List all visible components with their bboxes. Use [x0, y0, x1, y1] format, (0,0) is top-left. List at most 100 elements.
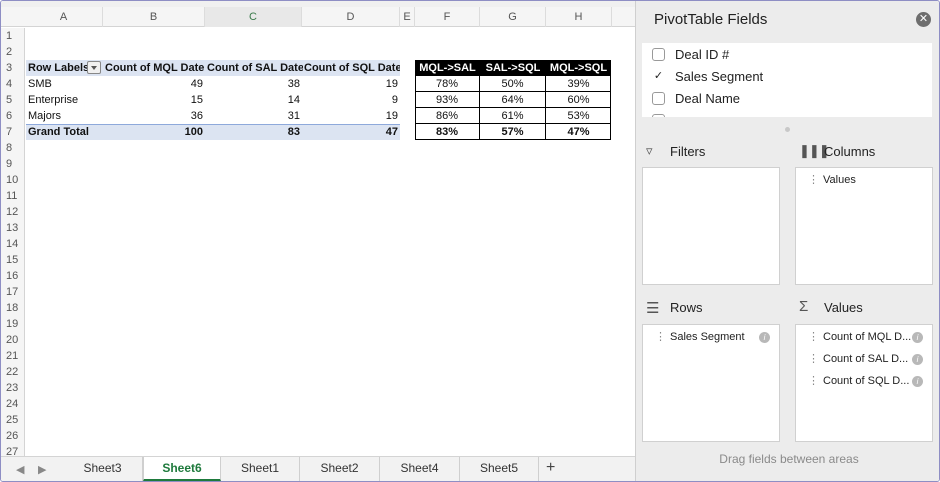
info-icon[interactable]: i	[912, 354, 923, 365]
row-header[interactable]: 6	[1, 108, 24, 124]
add-sheet-button[interactable]: +	[546, 459, 555, 477]
ratio-total-cell[interactable]: 47%	[546, 124, 611, 140]
ratio-cell[interactable]: 86%	[415, 108, 480, 124]
row-header[interactable]: 17	[1, 284, 24, 300]
column-header-h[interactable]: H	[546, 7, 612, 27]
row-header[interactable]: 11	[1, 188, 24, 204]
pivot-cell[interactable]: 14	[205, 92, 302, 108]
pivot-header-row-labels[interactable]: Row Labels	[28, 60, 88, 76]
row-header[interactable]: 13	[1, 220, 24, 236]
pivot-grand-total-label[interactable]: Grand Total	[28, 124, 102, 140]
row-header[interactable]: 9	[1, 156, 24, 172]
row-header[interactable]: 5	[1, 92, 24, 108]
ratio-cell[interactable]: 50%	[480, 76, 546, 92]
row-header[interactable]: 1	[1, 28, 24, 44]
pivot-cell[interactable]: 19	[302, 108, 400, 124]
column-header-c[interactable]: C	[205, 7, 302, 27]
sheet-tab[interactable]: Sheet3	[63, 457, 143, 481]
row-header[interactable]: 24	[1, 396, 24, 412]
row-header[interactable]: 21	[1, 348, 24, 364]
values-field[interactable]: ⋮ Count of SAL D...	[808, 352, 908, 365]
close-icon[interactable]: ✕	[916, 12, 931, 27]
pivot-row-label[interactable]: SMB	[28, 76, 102, 92]
row-header[interactable]: 4	[1, 76, 24, 92]
column-header-a[interactable]: A	[25, 7, 103, 27]
field-checkbox-checked[interactable]: ✓	[652, 70, 665, 83]
sheet-tab[interactable]: Sheet2	[300, 457, 380, 481]
row-header[interactable]: 8	[1, 140, 24, 156]
ratio-cell[interactable]: 53%	[546, 108, 611, 124]
sheet-tab[interactable]: Sheet4	[380, 457, 460, 481]
column-header-e[interactable]: E	[400, 7, 415, 27]
info-icon[interactable]: i	[759, 332, 770, 343]
ratio-cell[interactable]: 39%	[546, 76, 611, 92]
columns-drop-area[interactable]: ⋮ Values	[795, 167, 933, 285]
rows-drop-area[interactable]: ⋮ Sales Segment i	[642, 324, 780, 442]
resize-handle[interactable]	[785, 127, 790, 132]
row-header[interactable]: 20	[1, 332, 24, 348]
spreadsheet-grid[interactable]: A B C D E F G H 1 2 3 4 5 6 7 8 9 10 11 12 13 14 15 16 1…	[1, 1, 635, 456]
pivot-cell[interactable]: 36	[103, 108, 205, 124]
row-header[interactable]: 3	[1, 60, 24, 76]
field-checkbox[interactable]	[652, 114, 665, 117]
field-list[interactable]: Deal ID # ✓ Sales Segment Deal Name	[642, 43, 932, 117]
pivot-cell[interactable]: 31	[205, 108, 302, 124]
values-field[interactable]: ⋮ Count of SQL D...	[808, 374, 909, 387]
row-header[interactable]: 25	[1, 412, 24, 428]
row-header[interactable]: 19	[1, 316, 24, 332]
pivot-total-cell[interactable]: 47	[302, 124, 400, 140]
pivot-total-cell[interactable]: 100	[103, 124, 205, 140]
column-header-g[interactable]: G	[480, 7, 546, 27]
ratio-cell[interactable]: 64%	[480, 92, 546, 108]
prev-sheet-arrow-icon[interactable]: ◀	[16, 463, 24, 476]
row-header[interactable]: 22	[1, 364, 24, 380]
columns-field-values[interactable]: ⋮ Values	[808, 173, 856, 186]
pivot-row-label[interactable]: Enterprise	[28, 92, 102, 108]
ratio-cell[interactable]: 93%	[415, 92, 480, 108]
pivot-cell[interactable]: 9	[302, 92, 400, 108]
ratio-header-sal-sql[interactable]: SAL->SQL	[480, 60, 546, 76]
info-icon[interactable]: i	[912, 376, 923, 387]
row-header[interactable]: 18	[1, 300, 24, 316]
row-header[interactable]: 15	[1, 252, 24, 268]
row-header[interactable]: 14	[1, 236, 24, 252]
pivot-row-label[interactable]: Majors	[28, 108, 102, 124]
next-sheet-arrow-icon[interactable]: ▶	[38, 463, 46, 476]
info-icon[interactable]: i	[912, 332, 923, 343]
rows-field-sales-segment[interactable]: ⋮ Sales Segment	[655, 330, 745, 343]
pivot-header-sql[interactable]: Count of SQL Date	[304, 60, 400, 76]
filters-drop-area[interactable]	[642, 167, 780, 285]
row-header[interactable]: 23	[1, 380, 24, 396]
field-checkbox[interactable]	[652, 48, 665, 61]
column-header-b[interactable]: B	[103, 7, 205, 27]
ratio-cell[interactable]: 78%	[415, 76, 480, 92]
field-checkbox[interactable]	[652, 92, 665, 105]
row-header[interactable]: 26	[1, 428, 24, 444]
row-header[interactable]: 27	[1, 444, 24, 456]
column-header-f[interactable]: F	[415, 7, 480, 27]
row-header[interactable]: 12	[1, 204, 24, 220]
pivot-cell[interactable]: 19	[302, 76, 400, 92]
pivot-header-mql[interactable]: Count of MQL Date	[105, 60, 205, 76]
sheet-tab-active[interactable]: Sheet6	[143, 457, 221, 481]
row-header[interactable]: 7	[1, 124, 24, 140]
ratio-header-mql-sal[interactable]: MQL->SAL	[415, 60, 480, 76]
row-labels-filter-dropdown[interactable]	[87, 61, 101, 74]
column-header-d[interactable]: D	[302, 7, 400, 27]
ratio-total-cell[interactable]: 57%	[480, 124, 546, 140]
pivot-cell[interactable]: 38	[205, 76, 302, 92]
ratio-total-cell[interactable]: 83%	[415, 124, 480, 140]
sheet-tab[interactable]: Sheet1	[221, 457, 300, 481]
pivot-header-sal[interactable]: Count of SAL Date	[207, 60, 303, 76]
pivot-cell[interactable]: 15	[103, 92, 205, 108]
values-drop-area[interactable]: ⋮ Count of MQL D... i ⋮ Count of SAL D... …	[795, 324, 933, 442]
ratio-header-mql-sql[interactable]: MQL->SQL	[546, 60, 611, 76]
pivot-cell[interactable]: 49	[103, 76, 205, 92]
row-header[interactable]: 10	[1, 172, 24, 188]
row-header[interactable]: 16	[1, 268, 24, 284]
sheet-tab[interactable]: Sheet5	[460, 457, 539, 481]
values-field[interactable]: ⋮ Count of MQL D...	[808, 330, 911, 343]
ratio-cell[interactable]: 61%	[480, 108, 546, 124]
row-header[interactable]: 2	[1, 44, 24, 60]
pivot-total-cell[interactable]: 83	[205, 124, 302, 140]
